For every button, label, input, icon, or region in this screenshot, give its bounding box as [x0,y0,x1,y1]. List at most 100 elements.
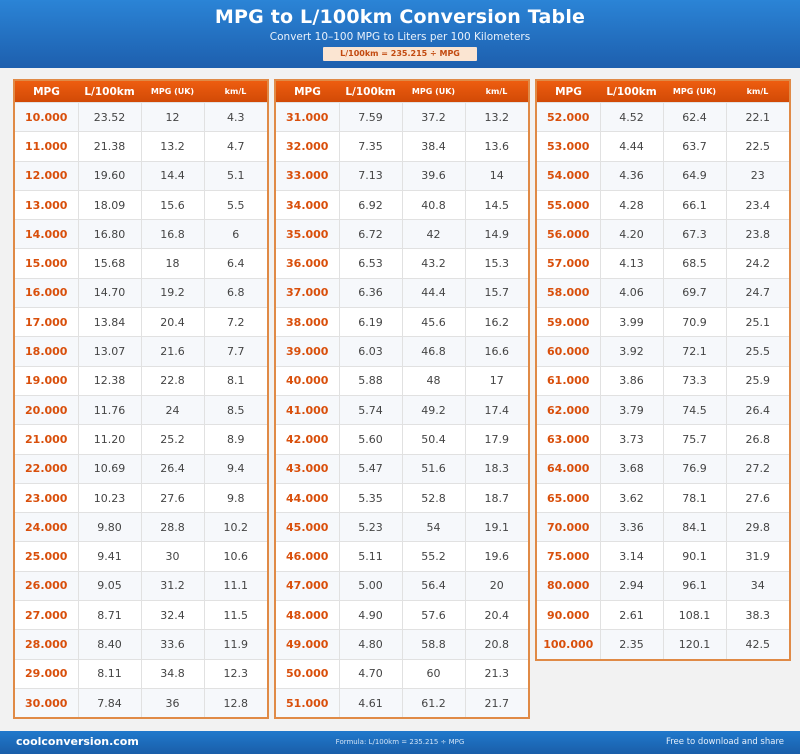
mpg-cell: 38.000 [276,307,339,337]
table-row: 62.000 3.79 74.5 26.4 [537,394,789,425]
value-cell: 19.1 [464,512,528,542]
table-row: 36.000 6.53 43.2 15.3 [276,248,528,279]
mpg-cell: 27.000 [15,600,78,630]
column-header: L/100km [78,81,141,103]
table-row: 45.000 5.23 54 19.1 [276,512,528,542]
value-cell: 42.5 [725,629,789,659]
value-cell: 40.8 [401,189,465,220]
mpg-cell: 29.000 [15,658,78,689]
mpg-cell: 60.000 [537,336,600,367]
value-cell: 120.1 [662,629,726,659]
value-cell: 46.8 [401,336,465,367]
value-cell: 63.7 [662,131,726,162]
value-cell: 23.8 [725,219,789,249]
value-cell: 3.36 [599,512,663,542]
mpg-cell: 30.000 [15,687,78,718]
value-cell: 13.07 [77,336,141,367]
value-cell: 4.61 [338,687,402,718]
value-cell: 5.23 [338,512,402,542]
value-cell: 5.11 [338,541,402,572]
table-row: 63.000 3.73 75.7 26.8 [537,424,789,455]
table: MPG L/100km MPG (UK) km/L 31.000 7.59 37.2 13.2… [276,81,528,718]
value-cell: 18.09 [77,189,141,220]
mpg-cell: 34.000 [276,189,339,220]
value-cell: 2.94 [599,570,663,601]
table-row: 57.000 4.13 68.5 24.2 [537,248,789,279]
value-cell: 37.2 [401,101,465,132]
value-cell: 14.4 [140,160,204,191]
value-cell: 14.9 [464,219,528,249]
value-cell: 11.76 [77,394,141,425]
value-cell: 20.8 [464,629,528,660]
value-cell: 78.1 [662,482,726,513]
value-cell: 32.4 [140,600,204,630]
mpg-cell: 35.000 [276,219,339,249]
value-cell: 13.2 [464,101,528,132]
value-cell: 10.69 [77,453,141,484]
value-cell: 6.92 [338,189,402,220]
value-cell: 6.03 [338,336,402,367]
table-row: 26.000 9.05 31.2 11.1 [15,570,267,601]
column-header: MPG (UK) [402,81,465,103]
table-row: 58.000 4.06 69.7 24.7 [537,277,789,308]
table-row: 35.000 6.72 42 14.9 [276,219,528,249]
value-cell: 8.40 [77,629,141,660]
value-cell: 5.88 [338,365,402,396]
value-cell: 8.5 [203,394,267,425]
value-cell: 7.7 [203,336,267,367]
table: MPG L/100km MPG (UK) km/L 10.000 23.52 12 4.3 11… [15,81,267,718]
table-header-row: MPG L/100km MPG (UK) km/L [15,81,267,103]
mpg-cell: 22.000 [15,453,78,484]
value-cell: 21.7 [464,687,528,718]
mpg-cell: 11.000 [15,131,78,162]
page-subtitle: Convert 10–100 MPG to Liters per 100 Kil… [269,31,531,43]
column-header: MPG [276,81,339,103]
table-row: 33.000 7.13 39.6 14 [276,160,528,191]
mpg-cell: 70.000 [537,512,600,542]
value-cell: 4.7 [203,131,267,162]
mpg-cell: 14.000 [15,219,78,249]
table-row: 11.000 21.38 13.2 4.7 [15,131,267,162]
column-header: km/L [465,81,528,103]
column-header: km/L [204,81,267,103]
value-cell: 25.9 [725,365,789,396]
page-title: MPG to L/100km Conversion Table [214,6,586,28]
column-header: L/100km [600,81,663,103]
mpg-cell: 23.000 [15,482,78,513]
value-cell: 3.68 [599,453,663,484]
value-cell: 19.60 [77,160,141,191]
value-cell: 5.74 [338,394,402,425]
value-cell: 13.84 [77,307,141,337]
value-cell: 11.9 [203,629,267,660]
value-cell: 17 [464,365,528,396]
mpg-cell: 48.000 [276,600,339,630]
value-cell: 74.5 [662,394,726,425]
value-cell: 11.5 [203,600,267,630]
value-cell: 3.62 [599,482,663,513]
mpg-cell: 53.000 [537,131,600,162]
value-cell: 66.1 [662,189,726,220]
table-row: 18.000 13.07 21.6 7.7 [15,336,267,367]
conversion-table-3: MPG L/100km MPG (UK) km/L 52.000 4.52 62.4 22.1… [535,79,791,661]
value-cell: 5.35 [338,482,402,513]
value-cell: 72.1 [662,336,726,367]
mpg-cell: 40.000 [276,365,339,396]
value-cell: 84.1 [662,512,726,542]
value-cell: 61.2 [401,687,465,718]
table-row: 19.000 12.38 22.8 8.1 [15,365,267,396]
mpg-cell: 19.000 [15,365,78,396]
value-cell: 9.8 [203,482,267,513]
value-cell: 14.5 [464,189,528,220]
value-cell: 5.47 [338,453,402,484]
mpg-cell: 46.000 [276,541,339,572]
value-cell: 2.35 [599,629,663,659]
column-header: MPG [537,81,600,103]
value-cell: 27.6 [140,482,204,513]
mpg-cell: 50.000 [276,658,339,689]
value-cell: 44.4 [401,277,465,308]
table-row: 32.000 7.35 38.4 13.6 [276,131,528,162]
value-cell: 25.2 [140,424,204,455]
table-row: 29.000 8.11 34.8 12.3 [15,658,267,689]
value-cell: 12.8 [203,687,267,718]
value-cell: 6.8 [203,277,267,308]
